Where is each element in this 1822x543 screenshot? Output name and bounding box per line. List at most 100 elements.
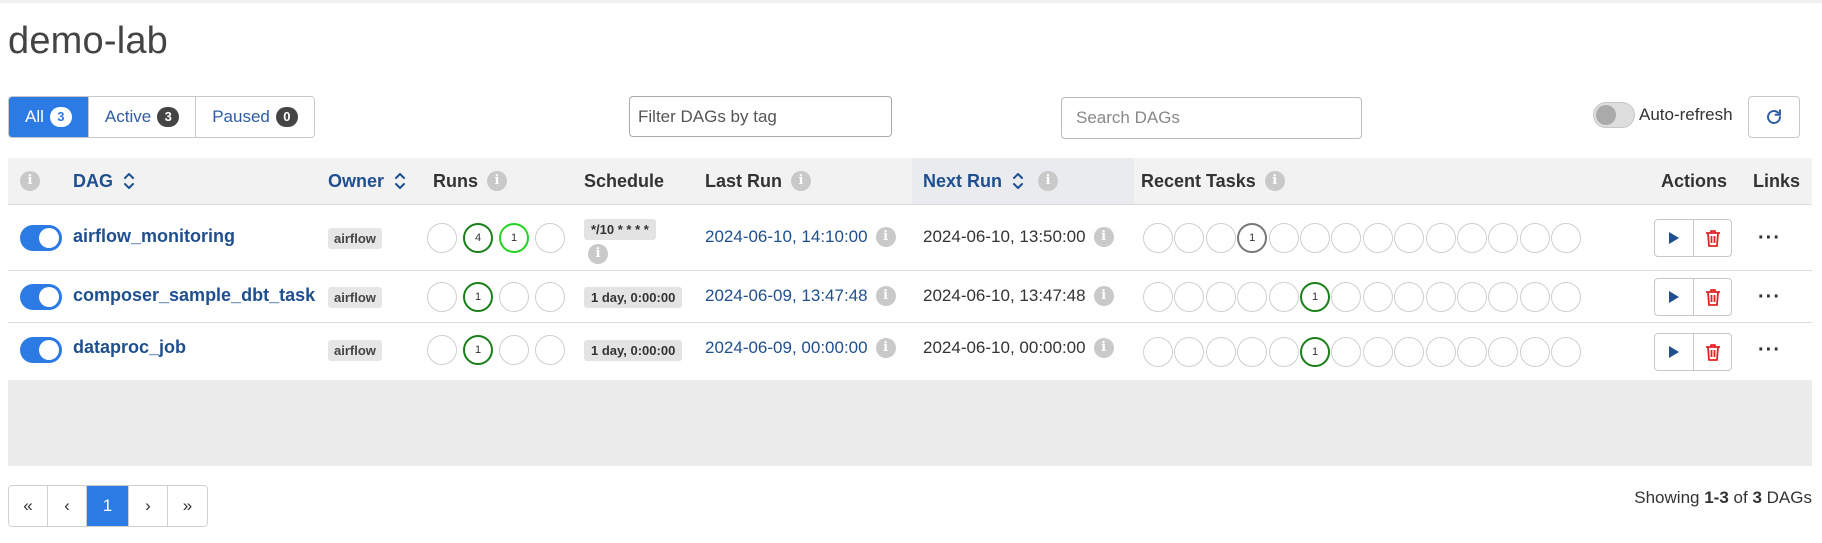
run-circle[interactable] [499, 282, 529, 312]
task-state-circle[interactable] [1362, 282, 1393, 312]
more-links-icon[interactable]: ··· [1758, 339, 1781, 362]
status-active-button[interactable]: Active 3 [88, 97, 197, 137]
refresh-button[interactable] [1748, 96, 1800, 138]
more-links-icon[interactable]: ··· [1758, 286, 1781, 309]
task-state-circle[interactable] [1519, 223, 1550, 253]
task-state-circle[interactable] [1268, 282, 1299, 312]
task-state-circle[interactable] [1488, 223, 1519, 253]
trigger-dag-button[interactable] [1655, 334, 1693, 370]
task-state-circle-active[interactable]: 1 [1300, 282, 1330, 312]
info-icon[interactable]: i [487, 171, 507, 191]
task-state-circle[interactable] [1362, 337, 1393, 367]
task-state-circle[interactable] [1457, 282, 1487, 312]
info-icon[interactable]: i [1093, 227, 1114, 247]
task-state-circle[interactable] [1425, 223, 1456, 253]
run-circle[interactable] [535, 223, 565, 253]
schedule-badge[interactable]: 1 day, 0:00:00 [584, 340, 683, 361]
task-state-circle[interactable] [1551, 337, 1582, 367]
task-state-circle[interactable] [1143, 337, 1173, 367]
task-state-circle[interactable] [1300, 223, 1330, 253]
dag-link[interactable]: dataproc_job [73, 337, 186, 358]
task-state-circle[interactable] [1143, 282, 1173, 312]
task-state-circle[interactable] [1174, 223, 1205, 253]
delete-dag-button[interactable] [1693, 220, 1731, 256]
task-state-circle[interactable] [1488, 282, 1519, 312]
task-state-circle[interactable] [1394, 282, 1425, 312]
info-icon[interactable]: i [1093, 286, 1114, 306]
trigger-dag-button[interactable] [1655, 220, 1693, 256]
task-state-circle[interactable] [1205, 282, 1236, 312]
delete-dag-button[interactable] [1693, 334, 1731, 370]
owner-badge[interactable]: airflow [328, 340, 382, 361]
task-state-circle[interactable] [1331, 223, 1362, 253]
pause-toggle[interactable] [20, 225, 62, 251]
prev-page-button[interactable]: ‹ [48, 486, 87, 526]
info-icon[interactable]: i [1093, 338, 1114, 358]
run-circle[interactable] [427, 282, 457, 312]
task-state-circle[interactable] [1551, 282, 1582, 312]
task-state-circle[interactable] [1394, 337, 1425, 367]
search-input[interactable] [1061, 97, 1362, 139]
run-circle[interactable] [427, 335, 457, 365]
status-paused-button[interactable]: Paused 0 [196, 97, 314, 137]
task-state-circle[interactable] [1457, 223, 1487, 253]
run-circle-success[interactable]: 1 [463, 335, 493, 365]
task-state-circle[interactable] [1174, 337, 1205, 367]
tag-filter-input[interactable] [629, 96, 892, 137]
task-state-circle[interactable] [1174, 282, 1205, 312]
next-page-button[interactable]: › [129, 486, 168, 526]
run-circle[interactable] [535, 282, 565, 312]
run-circle-running[interactable]: 1 [499, 223, 529, 253]
info-icon[interactable]: i [588, 244, 608, 264]
run-circle[interactable] [535, 335, 565, 365]
info-icon[interactable]: i [20, 171, 40, 191]
run-circle[interactable] [499, 335, 529, 365]
last-run-link[interactable]: 2024-06-10, 14:10:00 [705, 227, 868, 247]
task-state-circle-active[interactable]: 1 [1300, 337, 1330, 367]
task-state-circle[interactable] [1331, 337, 1362, 367]
run-circle-success[interactable]: 1 [463, 282, 493, 312]
delete-dag-button[interactable] [1693, 279, 1731, 315]
task-state-circle[interactable] [1394, 223, 1425, 253]
auto-refresh-toggle[interactable] [1593, 102, 1635, 128]
last-run-link[interactable]: 2024-06-09, 13:47:48 [705, 286, 868, 306]
info-icon[interactable]: i [1038, 171, 1059, 191]
next-run-header[interactable]: Next Run i [923, 158, 1059, 204]
status-all-button[interactable]: All 3 [9, 97, 89, 137]
last-page-button[interactable]: » [168, 486, 207, 526]
schedule-badge[interactable]: */10 * * * * [584, 219, 656, 240]
owner-header[interactable]: Owner [328, 158, 406, 204]
info-icon[interactable]: i [875, 338, 896, 358]
last-run-link[interactable]: 2024-06-09, 00:00:00 [705, 338, 868, 358]
dag-link[interactable]: airflow_monitoring [73, 226, 235, 247]
first-page-button[interactable]: « [9, 486, 48, 526]
schedule-badge[interactable]: 1 day, 0:00:00 [584, 287, 683, 308]
dag-header[interactable]: DAG [73, 158, 135, 204]
task-state-circle[interactable] [1519, 337, 1550, 367]
run-circle-success[interactable]: 4 [463, 223, 493, 253]
task-state-circle[interactable] [1268, 337, 1299, 367]
task-state-circle[interactable] [1425, 282, 1456, 312]
page-1-button[interactable]: 1 [87, 486, 129, 526]
task-state-circle[interactable] [1237, 337, 1268, 367]
pause-toggle[interactable] [20, 337, 62, 363]
trigger-dag-button[interactable] [1655, 279, 1693, 315]
task-state-circle[interactable] [1205, 337, 1236, 367]
task-state-circle[interactable] [1488, 337, 1519, 367]
info-icon[interactable]: i [1264, 171, 1285, 191]
info-icon[interactable]: i [791, 171, 812, 191]
task-state-circle[interactable] [1331, 282, 1362, 312]
info-icon[interactable]: i [875, 227, 896, 247]
more-links-icon[interactable]: ··· [1758, 227, 1781, 250]
dag-link[interactable]: composer_sample_dbt_task [73, 285, 315, 306]
task-state-circle[interactable] [1143, 223, 1173, 253]
task-state-circle[interactable] [1457, 337, 1487, 367]
task-state-circle[interactable] [1425, 337, 1456, 367]
owner-badge[interactable]: airflow [328, 228, 382, 249]
task-state-circle-active[interactable]: 1 [1237, 223, 1268, 253]
owner-badge[interactable]: airflow [328, 287, 382, 308]
pause-toggle[interactable] [20, 284, 62, 310]
task-state-circle[interactable] [1268, 223, 1299, 253]
task-state-circle[interactable] [1551, 223, 1582, 253]
task-state-circle[interactable] [1237, 282, 1268, 312]
